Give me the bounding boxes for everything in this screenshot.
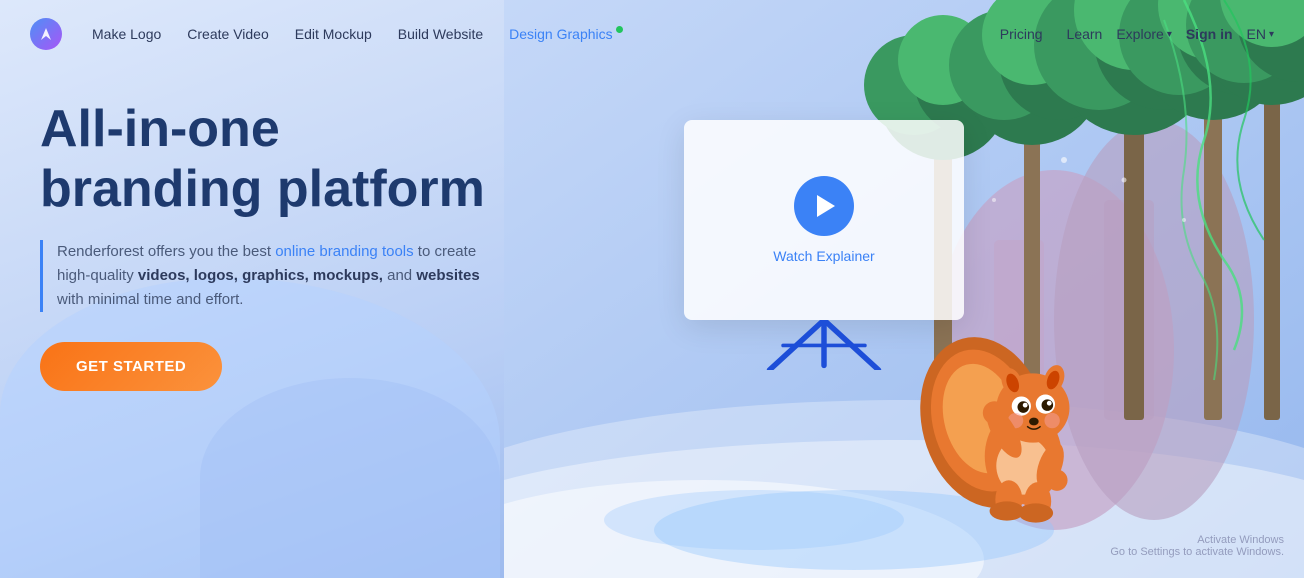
play-icon xyxy=(817,195,835,217)
nav-make-logo[interactable]: Make Logo xyxy=(82,18,171,50)
nav-links-left: Make Logo Create Video Edit Mockup Build… xyxy=(82,18,990,50)
hero-description: Renderforest offers you the best online … xyxy=(40,240,480,312)
navbar: Make Logo Create Video Edit Mockup Build… xyxy=(0,0,1304,68)
nav-pricing[interactable]: Pricing xyxy=(990,18,1053,50)
nav-edit-mockup[interactable]: Edit Mockup xyxy=(285,18,382,50)
nav-explore[interactable]: Explore ▾ xyxy=(1116,26,1172,42)
activate-windows-watermark: Activate Windows Go to Settings to activ… xyxy=(1110,534,1284,558)
nav-signin[interactable]: Sign in xyxy=(1176,18,1243,50)
nav-learn[interactable]: Learn xyxy=(1057,18,1113,50)
logo-area[interactable] xyxy=(30,18,62,50)
nav-lang[interactable]: EN ▾ xyxy=(1247,26,1274,42)
squirrel-illustration xyxy=(904,278,1104,538)
hero-content: All-in-one branding platform Renderfores… xyxy=(40,100,560,391)
nav-design-graphics[interactable]: Design Graphics xyxy=(499,18,633,50)
watch-explainer-label: Watch Explainer xyxy=(773,248,874,264)
explore-chevron-icon: ▾ xyxy=(1167,29,1172,40)
lang-chevron-icon: ▾ xyxy=(1269,29,1274,40)
hero-section: All-in-one branding platform Renderfores… xyxy=(0,0,1304,578)
bg-blob-2 xyxy=(200,378,500,578)
nav-create-video[interactable]: Create Video xyxy=(177,18,278,50)
hero-title: All-in-one branding platform xyxy=(40,100,560,220)
play-button[interactable] xyxy=(794,176,854,236)
get-started-button[interactable]: GET STARTED xyxy=(40,342,222,391)
new-badge xyxy=(616,26,623,33)
nav-links-right: Pricing Learn Explore ▾ Sign in EN ▾ xyxy=(990,18,1274,50)
nav-build-website[interactable]: Build Website xyxy=(388,18,493,50)
logo-icon xyxy=(30,18,62,50)
